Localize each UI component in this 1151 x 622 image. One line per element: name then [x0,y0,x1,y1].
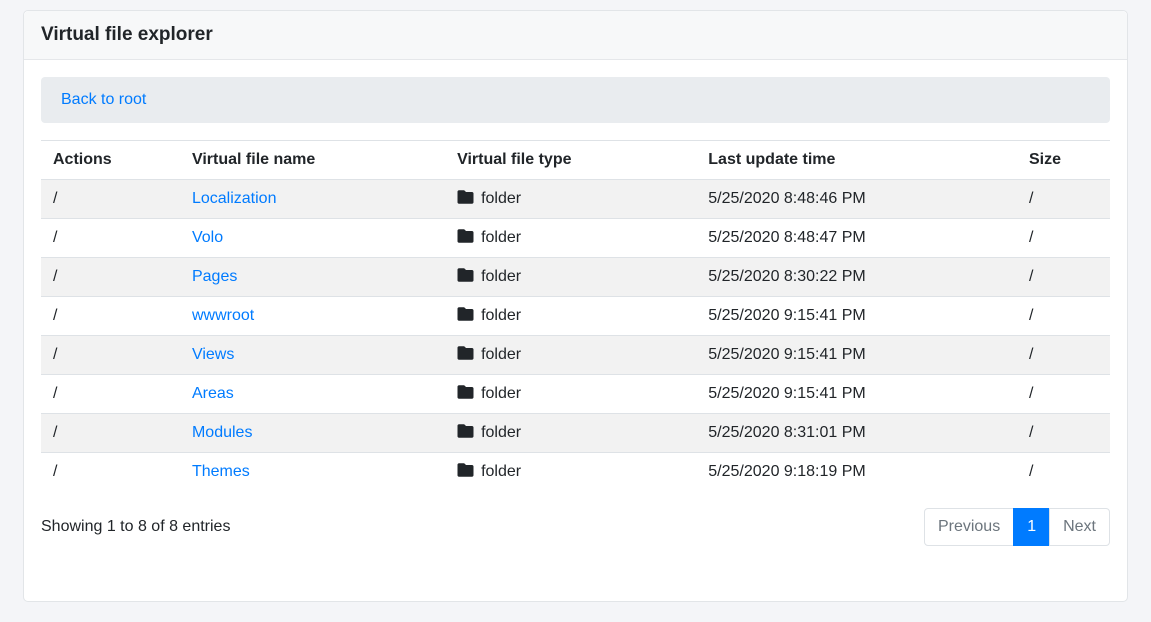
column-header-name: Virtual file name [180,141,445,180]
folder-icon [457,307,474,321]
file-name-link[interactable]: wwwroot [192,307,254,324]
row-type-cell: folder [445,258,696,297]
back-to-root-link[interactable]: Back to root [61,91,146,108]
row-type-cell: folder [445,453,696,492]
pagination-page-1-link[interactable]: 1 [1013,508,1050,546]
table-row: / Localization folder 5/25/2020 8:48:46 … [41,180,1110,219]
pagination-next-link[interactable]: Next [1049,508,1110,546]
table-footer: Showing 1 to 8 of 8 entries Previous 1 N… [41,508,1110,546]
file-name-link[interactable]: Pages [192,268,237,285]
row-size-cell: / [1017,375,1110,414]
row-name-cell: Modules [180,414,445,453]
file-name-link[interactable]: Localization [192,190,277,207]
file-type-label: folder [481,463,521,480]
row-size-cell: / [1017,180,1110,219]
row-actions-cell: / [41,180,180,219]
folder-icon [457,346,474,360]
row-name-cell: Volo [180,219,445,258]
pagination-previous[interactable]: Previous [924,508,1014,546]
row-size-cell: / [1017,453,1110,492]
file-type-label: folder [481,268,521,285]
folder-icon [457,424,474,438]
row-name-cell: wwwroot [180,297,445,336]
folder-icon [457,268,474,282]
row-type-cell: folder [445,297,696,336]
row-size-cell: / [1017,258,1110,297]
row-name-cell: Views [180,336,445,375]
column-header-type: Virtual file type [445,141,696,180]
table-row: / Views folder 5/25/2020 9:15:41 PM / [41,336,1110,375]
file-type-label: folder [481,190,521,207]
row-updated-cell: 5/25/2020 9:15:41 PM [696,375,1017,414]
row-size-cell: / [1017,219,1110,258]
row-size-cell: / [1017,336,1110,375]
row-name-cell: Areas [180,375,445,414]
row-type-cell: folder [445,219,696,258]
file-type-label: folder [481,229,521,246]
table-row: / Modules folder 5/25/2020 8:31:01 PM / [41,414,1110,453]
row-updated-cell: 5/25/2020 9:15:41 PM [696,297,1017,336]
pagination-next[interactable]: Next [1050,508,1110,546]
file-type-label: folder [481,385,521,402]
row-name-cell: Pages [180,258,445,297]
file-type-label: folder [481,307,521,324]
row-actions-cell: / [41,219,180,258]
pagination-previous-link[interactable]: Previous [924,508,1014,546]
row-updated-cell: 5/25/2020 8:48:46 PM [696,180,1017,219]
file-type-label: folder [481,346,521,363]
row-name-cell: Localization [180,180,445,219]
table-header-row: Actions Virtual file name Virtual file t… [41,141,1110,180]
row-updated-cell: 5/25/2020 8:30:22 PM [696,258,1017,297]
row-actions-cell: / [41,297,180,336]
table-row: / Areas folder 5/25/2020 9:15:41 PM / [41,375,1110,414]
row-size-cell: / [1017,414,1110,453]
column-header-size: Size [1017,141,1110,180]
folder-icon [457,229,474,243]
card-body: Back to root Actions Virtual file name V… [24,60,1127,563]
row-actions-cell: / [41,414,180,453]
row-actions-cell: / [41,453,180,492]
row-size-cell: / [1017,297,1110,336]
pagination: Previous 1 Next [924,508,1110,546]
row-updated-cell: 5/25/2020 9:18:19 PM [696,453,1017,492]
folder-icon [457,463,474,477]
folder-icon [457,190,474,204]
file-name-link[interactable]: Themes [192,463,250,480]
row-actions-cell: / [41,375,180,414]
file-name-link[interactable]: Modules [192,424,252,441]
back-to-root-bar: Back to root [41,77,1110,123]
file-name-link[interactable]: Areas [192,385,234,402]
row-updated-cell: 5/25/2020 8:31:01 PM [696,414,1017,453]
table-row: / Volo folder 5/25/2020 8:48:47 PM / [41,219,1110,258]
row-type-cell: folder [445,414,696,453]
row-type-cell: folder [445,336,696,375]
card-header: Virtual file explorer [24,11,1127,60]
row-type-cell: folder [445,375,696,414]
file-name-link[interactable]: Volo [192,229,223,246]
file-name-link[interactable]: Views [192,346,234,363]
table-row: / wwwroot folder 5/25/2020 9:15:41 PM / [41,297,1110,336]
row-actions-cell: / [41,336,180,375]
column-header-updated: Last update time [696,141,1017,180]
row-type-cell: folder [445,180,696,219]
row-updated-cell: 5/25/2020 8:48:47 PM [696,219,1017,258]
row-updated-cell: 5/25/2020 9:15:41 PM [696,336,1017,375]
row-name-cell: Themes [180,453,445,492]
virtual-file-explorer-card: Virtual file explorer Back to root Actio… [23,10,1128,602]
file-table-body: / Localization folder 5/25/2020 8:48:46 … [41,180,1110,492]
table-row: / Pages folder 5/25/2020 8:30:22 PM / [41,258,1110,297]
file-table: Actions Virtual file name Virtual file t… [41,140,1110,491]
table-row: / Themes folder 5/25/2020 9:18:19 PM / [41,453,1110,492]
column-header-actions: Actions [41,141,180,180]
pagination-page-1[interactable]: 1 [1014,508,1050,546]
file-type-label: folder [481,424,521,441]
entries-info: Showing 1 to 8 of 8 entries [41,518,230,536]
row-actions-cell: / [41,258,180,297]
page-title: Virtual file explorer [41,24,1110,46]
folder-icon [457,385,474,399]
